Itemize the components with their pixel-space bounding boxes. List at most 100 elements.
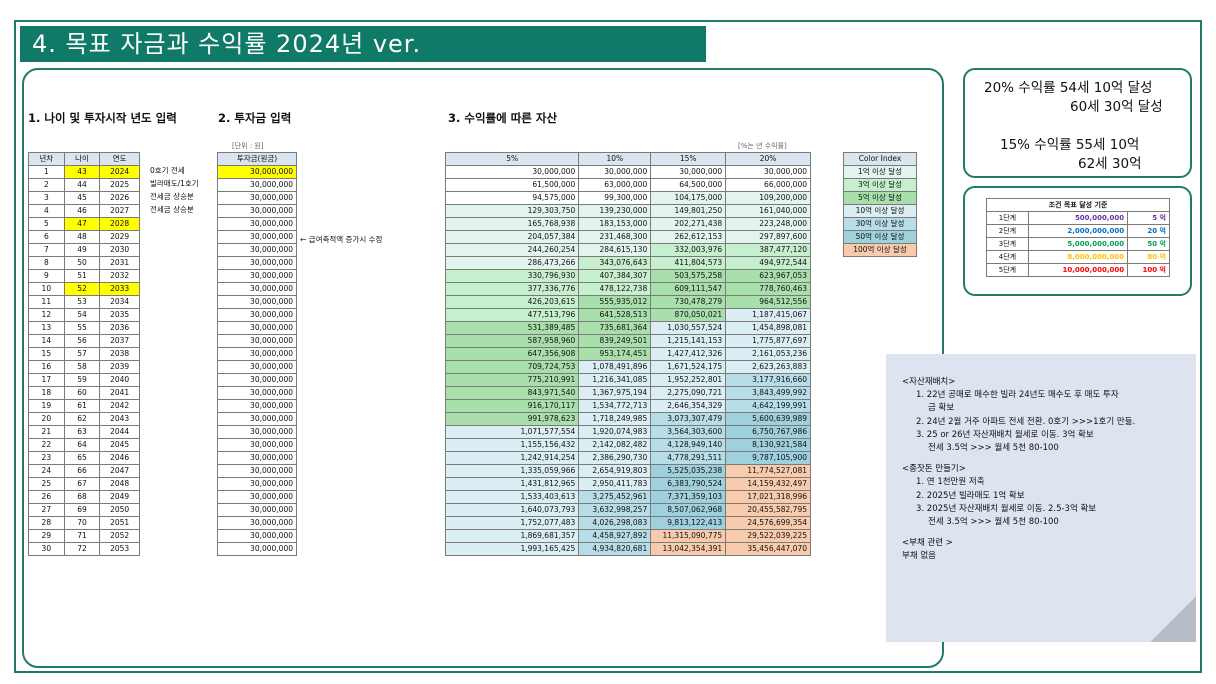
table-row: 30,000,000 <box>217 529 297 543</box>
table-row: 25 67 2048 <box>28 477 140 491</box>
table-cell: 16 <box>28 360 65 374</box>
table-cell: 13 <box>28 321 65 335</box>
color-index-item: 1억 이상 달성 <box>843 165 917 179</box>
table-cell: 30,000,000 <box>217 516 297 530</box>
table-row: 426,203,615 555,935,012 730,478,279 964,512… <box>444 295 811 309</box>
table-cell: 991,978,623 <box>444 412 580 426</box>
goal-line: 60세 30억 달성 <box>1070 99 1163 115</box>
memo-line: 3. 2025년 자산재배치 월세로 이동. 2.5-3억 확보 <box>916 503 1097 514</box>
table-cell: 44 <box>63 178 101 192</box>
table-row: 27 69 2050 <box>28 503 140 517</box>
table-cell: 30,000,000 <box>217 321 297 335</box>
memo-line: 1. 연 1천만원 저축 <box>916 477 985 488</box>
color-index-item: 100억 이상 달성 <box>843 243 917 257</box>
table-cell: 100 억 <box>1127 263 1170 277</box>
goal-line: 62세 30억 <box>1078 156 1142 172</box>
table-row: 587,958,960 839,249,501 1,215,141,153 1,775… <box>444 334 811 348</box>
table-cell: 2032 <box>99 269 140 283</box>
table-cell: 72 <box>63 542 101 556</box>
table-cell: 58 <box>63 360 101 374</box>
table-cell: 30,000,000 <box>725 165 811 179</box>
table-cell: 2,000,000,000 <box>1027 224 1129 238</box>
table-row: 377,336,776 478,122,738 609,111,547 778,760… <box>444 282 811 296</box>
table-cell: 1,078,491,896 <box>578 360 652 374</box>
table-cell: 1,335,059,966 <box>444 464 580 478</box>
table-cell: 1,427,412,326 <box>650 347 727 361</box>
table-cell: 330,796,930 <box>444 269 580 283</box>
table-cell: 57 <box>63 347 101 361</box>
table-cell: 149,801,250 <box>650 204 727 218</box>
page-curl <box>1150 596 1196 642</box>
table-cell: 30,000,000 <box>217 490 297 504</box>
table-cell: 1,869,681,357 <box>444 529 580 543</box>
table-cell: 30,000,000 <box>217 243 297 257</box>
section1-title: 1. 나이 및 투자시작 년도 입력 <box>28 111 177 125</box>
salary-note: ← 급여축적액 증가시 수정 <box>300 235 383 244</box>
table-cell: 1,431,812,965 <box>444 477 580 491</box>
table-row: 16 58 2039 <box>28 360 140 374</box>
table-cell: 30,000,000 <box>217 412 297 426</box>
goal-line: 15% 수익률 55세 10억 <box>1000 137 1140 153</box>
table-cell: 60 <box>63 386 101 400</box>
table-cell: 1,216,341,085 <box>578 373 652 387</box>
table-cell: 30,000,000 <box>217 438 297 452</box>
table-cell: 2034 <box>99 295 140 309</box>
table-cell: 66,000,000 <box>725 178 811 192</box>
table-cell: 297,897,600 <box>725 230 811 244</box>
table-cell: 2,386,290,730 <box>578 451 652 465</box>
table-row: 531,389,485 735,681,364 1,030,557,524 1,454… <box>444 321 811 335</box>
table-cell: 30,000,000 <box>217 334 297 348</box>
table-row: 1 43 2024 <box>28 165 140 179</box>
table-cell: 66 <box>63 464 101 478</box>
table-cell: 30,000,000 <box>217 178 297 192</box>
table-row: 3 45 2026 <box>28 191 140 205</box>
table-cell: 22 <box>28 438 65 452</box>
table-row: 30,000,000 <box>217 373 297 387</box>
table-cell: 61 <box>63 399 101 413</box>
table-cell: 59 <box>63 373 101 387</box>
table-cell: 2,646,354,329 <box>650 399 727 413</box>
table-cell: 10 <box>28 282 65 296</box>
table-cell: 2037 <box>99 334 140 348</box>
condition-table: 조건 목표 달성 기준 1단계 500,000,000 5 억 2단계 2,000,00… <box>986 198 1170 277</box>
table-cell: 1,187,415,067 <box>725 308 811 322</box>
table-cell: 13,042,354,391 <box>650 542 727 556</box>
table-cell: 3,564,303,600 <box>650 425 727 439</box>
table-cell: 183,153,000 <box>578 217 652 231</box>
table-cell: 1,640,073,793 <box>444 503 580 517</box>
table-row: 1,533,403,613 3,275,452,961 7,371,359,103 1… <box>444 490 811 504</box>
table-cell: 4,934,820,681 <box>578 542 652 556</box>
table-cell: 30,000,000 <box>217 542 297 556</box>
table-cell: 2028 <box>99 217 140 231</box>
table-cell: 2035 <box>99 308 140 322</box>
table-cell: 109,200,000 <box>725 191 811 205</box>
table-cell: 11,774,527,081 <box>725 464 811 478</box>
table-cell: 14 <box>28 334 65 348</box>
table-row: 30,000,000 <box>217 360 297 374</box>
table-row: 30,000,000 <box>217 230 297 244</box>
table-cell: 56 <box>63 334 101 348</box>
table-cell: 1,534,772,713 <box>578 399 652 413</box>
table-row: 6 48 2029 <box>28 230 140 244</box>
table-cell: 30,000,000 <box>217 256 297 270</box>
table-cell: 2048 <box>99 477 140 491</box>
table-cell: 870,050,021 <box>650 308 727 322</box>
table-cell: 15 <box>28 347 65 361</box>
table-cell: 11 <box>28 295 65 309</box>
table-row: 1,155,156,432 2,142,082,482 4,128,949,140 8… <box>444 438 811 452</box>
table-cell: 4단계 <box>986 250 1029 264</box>
table-cell: 129,303,750 <box>444 204 580 218</box>
section2-title: 2. 투자금 입력 <box>218 111 292 125</box>
table-cell: 64 <box>63 438 101 452</box>
table-cell: 2045 <box>99 438 140 452</box>
header-cell: 나이 <box>63 152 101 166</box>
table-row: 21 63 2044 <box>28 425 140 439</box>
table-cell: 48 <box>63 230 101 244</box>
table-cell: 1,454,898,081 <box>725 321 811 335</box>
table-cell: 2,142,082,482 <box>578 438 652 452</box>
table-row: 61,500,000 63,000,000 64,500,000 66,000,000 <box>444 178 811 192</box>
table-row: 4 46 2027 <box>28 204 140 218</box>
memo-heading: <부채 관련 > <box>902 538 953 549</box>
table-cell: 26 <box>28 490 65 504</box>
table-cell: 2047 <box>99 464 140 478</box>
